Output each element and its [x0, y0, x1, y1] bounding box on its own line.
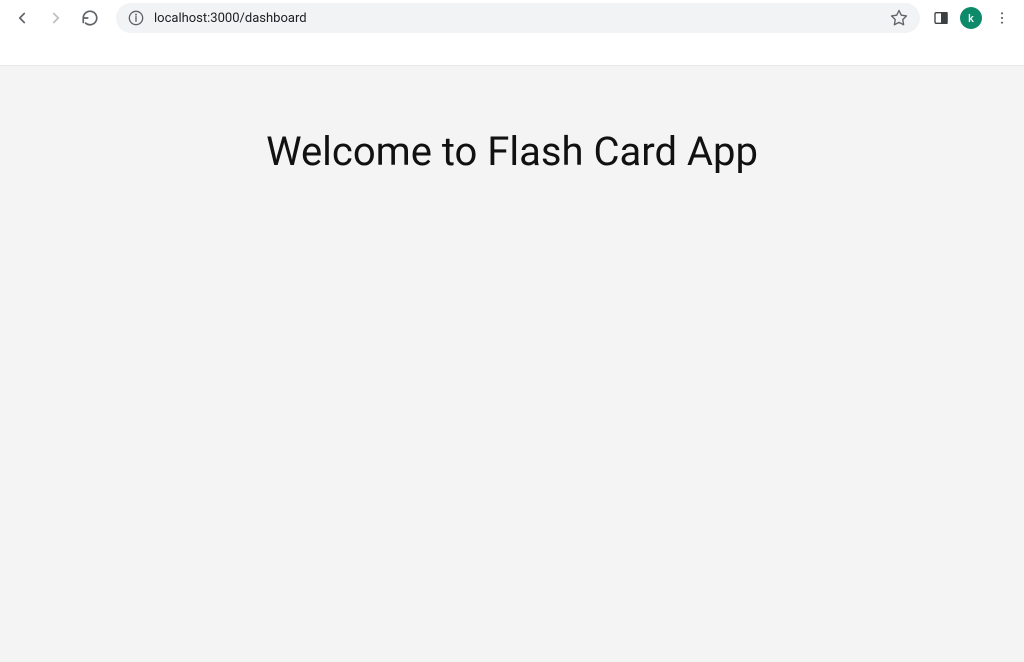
reload-button[interactable]: [76, 4, 104, 32]
address-bar[interactable]: localhost:3000/dashboard: [116, 3, 920, 33]
profile-avatar[interactable]: k: [960, 7, 982, 29]
page-title: Welcome to Flash Card App: [0, 128, 1024, 175]
page-content: Welcome to Flash Card App: [0, 66, 1024, 662]
kebab-menu-icon[interactable]: [992, 8, 1012, 28]
forward-button[interactable]: [42, 4, 70, 32]
back-button[interactable]: [8, 4, 36, 32]
toolbar-spacer: [0, 36, 1024, 66]
side-panel-icon[interactable]: [932, 9, 950, 27]
browser-toolbar: localhost:3000/dashboard k: [0, 0, 1024, 36]
toolbar-right: k: [932, 7, 1016, 29]
url-text: localhost:3000/dashboard: [154, 11, 880, 26]
site-info-icon[interactable]: [128, 10, 144, 26]
avatar-letter: k: [968, 12, 974, 25]
bookmark-star-icon[interactable]: [890, 9, 908, 27]
